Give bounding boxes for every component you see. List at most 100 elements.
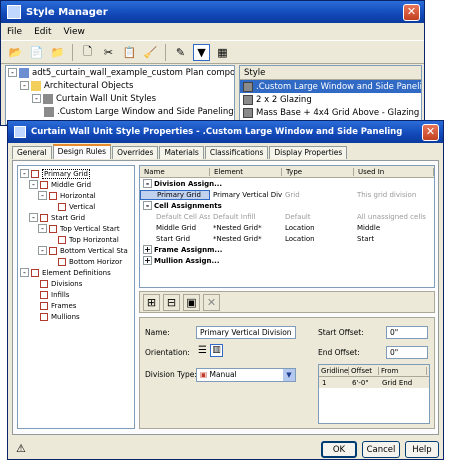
close-button[interactable]: ✕ — [403, 4, 420, 21]
expand-toggle-icon[interactable]: + — [143, 245, 152, 254]
expand-toggle-icon[interactable]: - — [38, 246, 47, 255]
division-type-select[interactable]: ▣ Manual ▼ — [196, 368, 296, 382]
design-rule-tree-item[interactable]: Top Horizontal — [18, 234, 134, 245]
help-button[interactable]: Help — [405, 441, 439, 458]
design-rule-tree-item[interactable]: - Horizontal — [18, 190, 134, 201]
design-rule-tree-item[interactable]: Vertical — [18, 201, 134, 212]
expand-toggle-icon[interactable]: - — [8, 68, 17, 77]
expand-toggle-icon[interactable]: - — [32, 94, 41, 103]
design-rule-tree-item[interactable]: Frames — [18, 300, 134, 311]
design-rule-tree-item[interactable]: Mullions — [18, 311, 134, 322]
vertical-orientation-icon[interactable]: ▥ — [210, 344, 223, 357]
design-rule-tree-item[interactable]: Bottom Horizor — [18, 256, 134, 267]
design-rule-tree-item[interactable]: - Start Grid — [18, 212, 134, 223]
style-tree-item[interactable]: - Curtain Wall Unit Styles — [6, 92, 234, 105]
help-assist-icon[interactable]: ⚠ — [16, 442, 26, 455]
expand-toggle-icon[interactable]: - — [29, 180, 38, 189]
add-frame-icon[interactable]: ▣ — [183, 293, 200, 311]
tab-general[interactable]: General — [12, 146, 52, 159]
tab-materials[interactable]: Materials — [159, 146, 204, 159]
expand-toggle-icon[interactable]: - — [143, 201, 152, 210]
expand-toggle-icon[interactable]: - — [143, 179, 152, 188]
view-options-icon[interactable]: ▦ — [214, 44, 231, 61]
grid-row[interactable]: Start Grid *Nested Grid* Location Start — [140, 233, 434, 244]
expand-toggle-icon[interactable]: - — [38, 191, 47, 200]
expand-toggle-icon[interactable]: - — [20, 169, 29, 178]
start-offset-label: Start Offset: — [318, 328, 364, 337]
style-column-header[interactable]: Style — [240, 66, 421, 80]
design-rule-tree-item[interactable]: - Top Vertical Start — [18, 223, 134, 234]
expand-toggle-icon[interactable]: - — [38, 224, 47, 233]
grid-row[interactable]: Primary GridPrimary Vertical DivisionGri… — [140, 189, 434, 200]
offset-column-header[interactable]: From — [379, 366, 427, 375]
tab-page: - Primary Grid - Middle Grid - Horizontal Vert… — [12, 160, 439, 435]
horizontal-orientation-icon[interactable]: ☰ — [198, 345, 207, 356]
grid-column-header[interactable]: Type — [282, 167, 354, 176]
paste-icon[interactable]: 📋 — [121, 44, 138, 61]
cut-icon[interactable]: ✂ — [100, 44, 117, 61]
style-list-item[interactable]: 2 x 2 Glazing — [240, 93, 421, 106]
grid-row[interactable]: + Frame Assignm... — [140, 244, 434, 255]
expand-toggle-icon[interactable]: - — [20, 268, 29, 277]
grid-icon — [40, 213, 48, 222]
expand-toggle-icon[interactable]: + — [143, 256, 152, 265]
expand-toggle-icon[interactable]: - — [29, 213, 38, 222]
filter-icon[interactable]: ▼ — [193, 43, 210, 61]
start-offset-field[interactable]: 0" — [386, 326, 428, 339]
grid-row[interactable]: + Mullion Assign... — [140, 255, 434, 266]
folder-icon[interactable]: 📁 — [49, 44, 66, 61]
offset-column-header[interactable]: Offset — [349, 366, 379, 375]
menu-file[interactable]: File — [7, 27, 22, 37]
grid-icon — [40, 290, 48, 299]
design-rule-tree-item[interactable]: - Bottom Vertical Sta — [18, 245, 134, 256]
add-division-icon[interactable]: ⊞ — [143, 293, 160, 311]
delete-icon[interactable]: ✕ — [203, 293, 220, 311]
tab-design-rules[interactable]: Design Rules — [52, 144, 112, 159]
grid-group-label: Cell Assignments — [154, 201, 222, 210]
menu-edit[interactable]: Edit — [34, 27, 51, 37]
tab-display-properties[interactable]: Display Properties — [269, 146, 348, 159]
grid-icon — [31, 268, 39, 277]
offset-column-header[interactable]: Gridline — [319, 366, 349, 375]
grid-row[interactable]: - Cell Assignments — [140, 200, 434, 211]
style-list-item[interactable]: .Custom Large Window and Side Paneling — [240, 80, 421, 93]
expand-toggle-icon[interactable]: - — [20, 81, 29, 90]
name-field[interactable]: Primary Vertical Division — [196, 326, 296, 339]
style-list-item[interactable]: Mass Base + 4x4 Grid Above - Glazing — [240, 106, 421, 119]
add-cell-icon[interactable]: ⊟ — [163, 293, 180, 311]
grid-group-label: Division Assign... — [154, 179, 223, 188]
grid-column-header[interactable]: Used In — [354, 167, 434, 176]
style-tree-item[interactable]: .Custom Large Window and Side Paneling — [6, 105, 234, 118]
properties-titlebar[interactable]: Curtain Wall Unit Style Properties - .Cu… — [8, 121, 443, 143]
menu-view[interactable]: View — [64, 27, 85, 37]
ok-button[interactable]: OK — [321, 441, 357, 458]
style-tree-item[interactable]: - Architectural Objects — [6, 79, 234, 92]
design-rule-tree-item[interactable]: - Primary Grid — [18, 168, 134, 179]
open-drawing-icon[interactable]: 📂 — [7, 44, 24, 61]
design-rule-tree-item[interactable]: - Element Definitions — [18, 267, 134, 278]
copy-icon[interactable]: 📄 — [28, 44, 45, 61]
grid-row[interactable]: - Division Assign... — [140, 178, 434, 189]
tab-overrides[interactable]: Overrides — [112, 146, 159, 159]
design-rule-tree-item[interactable]: Divisions — [18, 278, 134, 289]
design-rule-tree-item[interactable]: Infills — [18, 289, 134, 300]
grid-toolbar: ⊞ ⊟ ▣ ✕ — [139, 291, 435, 313]
grid-row[interactable]: Default Cell Assi...Default Infill Defaul… — [140, 211, 434, 222]
grid-column-header[interactable]: Element — [210, 167, 282, 176]
design-rule-tree-item[interactable]: - Middle Grid — [18, 179, 134, 190]
dialog-close-button[interactable]: ✕ — [422, 124, 439, 141]
style-manager-titlebar[interactable]: Style Manager — [1, 1, 424, 23]
style-tree-item[interactable]: - adt5_curtain_wall_example_custom Plan c… — [6, 66, 234, 79]
purge-icon[interactable]: 🧹 — [142, 44, 159, 61]
name-label: Name: — [145, 328, 170, 337]
cancel-button[interactable]: Cancel — [362, 441, 400, 458]
end-offset-field[interactable]: 0" — [386, 346, 428, 359]
design-rule-label: Vertical — [69, 202, 96, 211]
new-style-icon[interactable]: 🗋 — [79, 44, 96, 61]
grid-column-header[interactable]: Name — [140, 167, 210, 176]
grid-row[interactable]: Middle Grid *Nested Grid* Location Middle — [140, 222, 434, 233]
edit-style-icon[interactable]: ✎ — [172, 44, 189, 61]
offset-row[interactable]: 1 6'-0" Grid End — [319, 377, 429, 388]
tab-classifications[interactable]: Classifications — [204, 146, 269, 159]
style-list-panel: Style .Custom Large Window and Side Pane… — [239, 65, 422, 125]
